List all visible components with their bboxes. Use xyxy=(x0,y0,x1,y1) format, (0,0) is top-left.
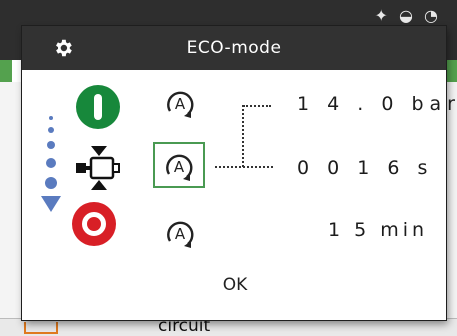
auto-label: A xyxy=(175,95,186,113)
connector-line xyxy=(242,105,244,167)
stop-icon xyxy=(72,202,116,246)
auto-icon: A xyxy=(167,91,194,118)
time-minutes-value[interactable]: 1 5 min xyxy=(328,219,428,241)
eco-mode-dialog: ECO-mode A A A 1 4 . 0 bar 0 0 1 6 s 1 5… xyxy=(22,26,455,320)
time-seconds-value[interactable]: 0 0 1 6 s xyxy=(297,157,433,179)
auto-icon: A xyxy=(166,154,193,181)
connector-line xyxy=(243,105,271,107)
valve-icon xyxy=(76,146,120,190)
dialog-title: ECO-mode xyxy=(186,38,282,58)
auto-icon: A xyxy=(167,221,194,248)
pressure-value[interactable]: 1 4 . 0 bar xyxy=(297,93,457,115)
app-bottom-bar xyxy=(0,318,457,336)
auto-label: A xyxy=(174,158,185,176)
progress-indicator-icon xyxy=(41,116,61,212)
warning-icon xyxy=(24,322,58,334)
start-icon xyxy=(76,85,120,129)
auto-mode-button-stop[interactable]: A xyxy=(164,219,196,249)
app-status-strip-left xyxy=(0,60,12,82)
dialog-header: ECO-mode xyxy=(22,26,446,70)
connector-line xyxy=(215,166,273,168)
auto-label: A xyxy=(175,225,186,243)
ok-button[interactable]: OK xyxy=(200,270,270,300)
auto-mode-button-pressure[interactable]: A xyxy=(164,89,196,119)
auto-mode-button-time[interactable]: A xyxy=(163,152,195,182)
status-icons: ✦ ◒ ◔ xyxy=(374,6,441,25)
app-status-strip-right xyxy=(445,60,457,82)
